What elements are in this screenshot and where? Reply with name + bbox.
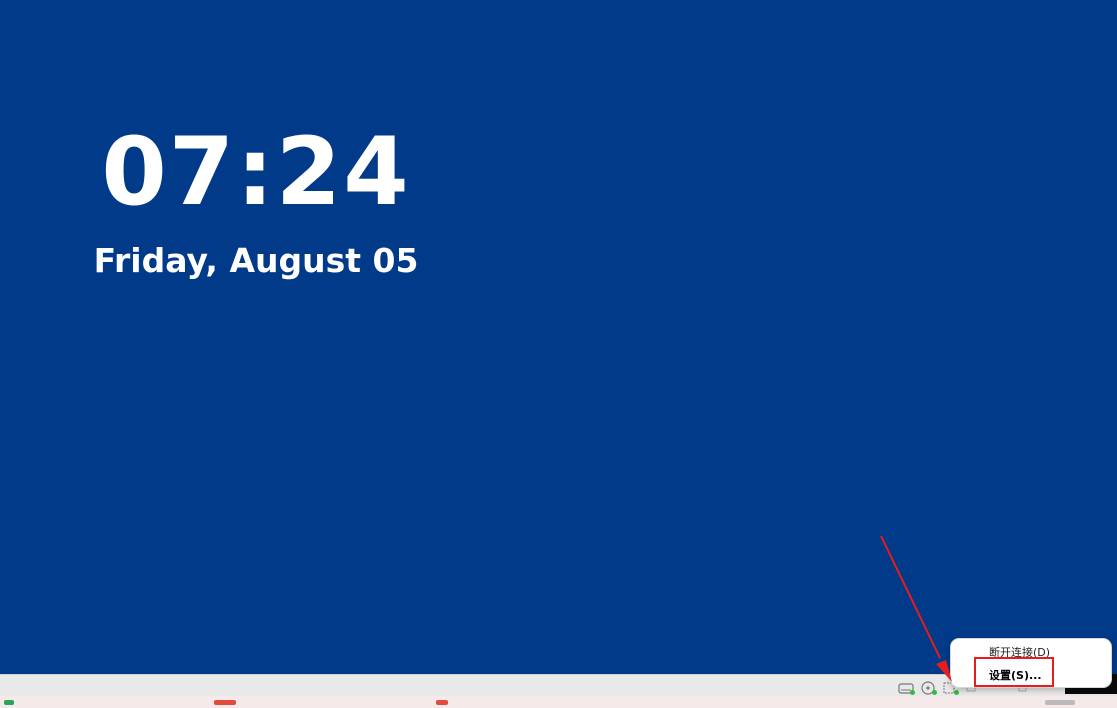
menu-item-disconnect[interactable]: 断开连接(D) [989, 647, 1050, 658]
vm-screen: 07:24 Friday, August 05 断开连接(D) 设置(S)... [0, 0, 1117, 708]
disc-icon[interactable] [920, 680, 937, 695]
annotation-arrow [880, 535, 952, 682]
lock-date: Friday, August 05 [93, 241, 419, 280]
drive-icon[interactable] [898, 680, 915, 695]
tray-context-menu: 断开连接(D) 设置(S)... [950, 638, 1112, 688]
lock-clock: 07:24 [101, 118, 411, 227]
host-taskbar [0, 696, 1117, 708]
menu-item-settings[interactable]: 设置(S)... [989, 670, 1042, 681]
